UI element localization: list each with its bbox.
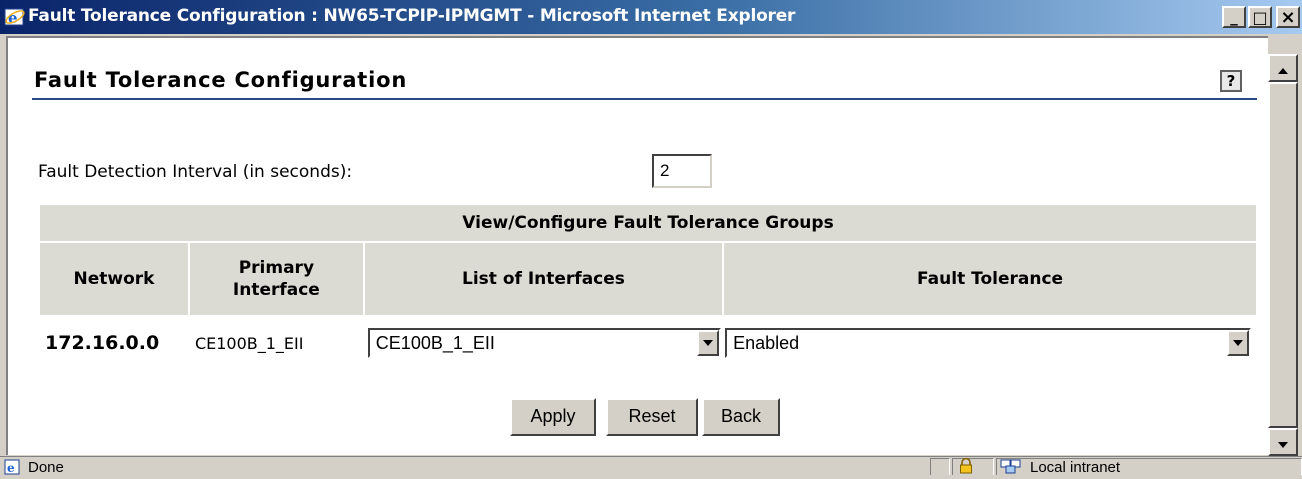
- chevron-down-icon[interactable]: [1227, 330, 1249, 356]
- local-intranet-icon: [1000, 458, 1022, 474]
- status-bar: e Done Local intranet: [0, 456, 1302, 476]
- svg-text:e: e: [7, 461, 15, 475]
- back-button[interactable]: Back: [702, 398, 780, 436]
- maximize-icon: □: [1252, 7, 1268, 27]
- chevron-down-icon[interactable]: [697, 330, 720, 356]
- security-zone-label: Local intranet: [1030, 459, 1121, 476]
- minimize-icon: _: [1230, 8, 1238, 26]
- fault-detection-interval-label: Fault Detection Interval (in seconds):: [38, 162, 353, 182]
- page-done-icon: e: [4, 459, 22, 475]
- table-row: 172.16.0.0 CE100B_1_EII CE100B_1_EII Ena…: [39, 316, 1257, 369]
- fault-tolerance-select[interactable]: Enabled: [725, 328, 1251, 358]
- window-title: Fault Tolerance Configuration : NW65-TCP…: [28, 6, 796, 26]
- scroll-down-button[interactable]: [1268, 428, 1298, 456]
- interfaces-select-value: CE100B_1_EII: [375, 333, 495, 353]
- help-icon[interactable]: ?: [1220, 70, 1242, 92]
- status-text: Done: [28, 459, 64, 476]
- page-title: Fault Tolerance Configuration: [34, 68, 408, 92]
- column-header-interfaces: List of Interfaces: [362, 241, 725, 317]
- scroll-thumb[interactable]: [1268, 82, 1298, 428]
- groups-table-caption: View/Configure Fault Tolerance Groups: [38, 203, 1258, 243]
- interfaces-select[interactable]: CE100B_1_EII: [367, 328, 722, 358]
- primary-header-line1: Primary: [238, 258, 315, 278]
- browser-window: e Fault Tolerance Configuration : NW65-T…: [0, 0, 1302, 476]
- minimize-button[interactable]: _: [1222, 6, 1246, 28]
- internet-explorer-icon: e: [4, 6, 26, 28]
- close-button[interactable]: ×: [1276, 6, 1300, 28]
- column-header-network: Network: [38, 241, 190, 317]
- reset-button[interactable]: Reset: [606, 398, 698, 436]
- primary-header-line2: Interface: [232, 280, 320, 300]
- fault-tolerance-groups-table: View/Configure Fault Tolerance Groups Ne…: [38, 203, 1258, 369]
- close-icon: ×: [1280, 6, 1296, 28]
- column-header-primary-interface: Primary Interface: [187, 241, 365, 317]
- primary-interface-cell: CE100B_1_EII: [194, 333, 304, 353]
- fault-tolerance-select-value: Enabled: [733, 333, 800, 353]
- status-pane-progress: [930, 458, 950, 475]
- network-cell: 172.16.0.0: [45, 332, 160, 354]
- vertical-scrollbar[interactable]: [1268, 54, 1298, 456]
- interfaces-cell: CE100B_1_EII: [364, 316, 723, 369]
- column-header-fault-tolerance: Fault Tolerance: [722, 241, 1258, 317]
- scroll-up-button[interactable]: [1268, 54, 1298, 82]
- chevron-down-icon: [1278, 433, 1288, 452]
- title-bar[interactable]: e Fault Tolerance Configuration : NW65-T…: [0, 0, 1302, 34]
- fault-detection-interval-input[interactable]: [652, 154, 712, 188]
- lock-icon: [958, 457, 974, 474]
- maximize-button[interactable]: □: [1248, 6, 1272, 28]
- apply-button[interactable]: Apply: [510, 398, 596, 436]
- title-divider: [32, 98, 1257, 100]
- chevron-up-icon: [1278, 59, 1288, 78]
- fault-tolerance-cell: Enabled: [723, 316, 1257, 369]
- page-content: Fault Tolerance Configuration ? Fault De…: [6, 36, 1268, 455]
